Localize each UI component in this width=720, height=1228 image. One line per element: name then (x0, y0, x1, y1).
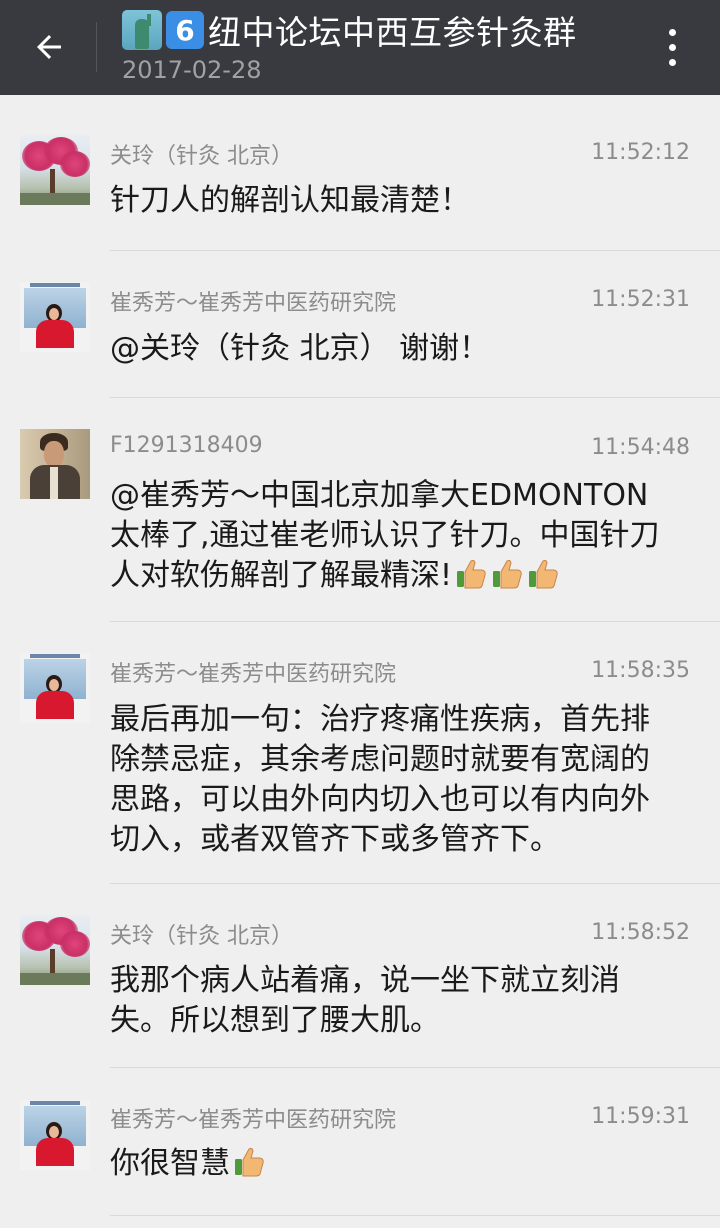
thumbs-up-icon (235, 1147, 264, 1177)
message-item[interactable]: 崔秀芳～崔秀芳中医药研究院 11:58:35 最后再加一句：治疗疼痛性疾病，首先… (0, 622, 720, 884)
message-item[interactable]: F1291318409 11:54:48 @崔秀芳～中国北京加拿大EDMONTO… (0, 398, 720, 622)
message-time: 11:54:48 (591, 435, 690, 460)
message-item[interactable]: 关玲（针灸 北京） 11:58:52 我那个病人站着痛，说一坐下就立刻消失。所以… (0, 884, 720, 1068)
message-text: 我那个病人站着痛，说一坐下就立刻消失。所以想到了腰大肌。 (110, 963, 620, 1038)
message-item[interactable]: 崔秀芳～崔秀芳中医药研究院 11:59:31 你很智慧 (0, 1068, 720, 1228)
back-arrow-icon (37, 35, 61, 59)
message-time: 11:52:12 (591, 140, 690, 165)
message-text-body: 你很智慧 (110, 1146, 230, 1181)
avatar[interactable] (20, 282, 90, 352)
message-text: 你很智慧 (110, 1144, 670, 1184)
message-text: @关玲（针灸 北京） 谢谢！ (110, 331, 490, 366)
message-item[interactable]: 崔秀芳～崔秀芳中医药研究院 11:52:31 @关玲（针灸 北京） 谢谢！ (0, 251, 720, 398)
more-options-button[interactable] (650, 22, 694, 72)
avatar[interactable] (20, 429, 90, 499)
avatar[interactable] (20, 653, 90, 723)
chat-date: 2017-02-28 (122, 56, 262, 84)
message-text: @崔秀芳～中国北京加拿大EDMONTON 太棒了,通过崔老师认识了针刀。中国针刀… (110, 476, 670, 596)
statue-of-liberty-icon (122, 10, 162, 50)
thumbs-up-icon (529, 559, 558, 589)
chat-title-row: 6 纽中论坛中西互参针灸群 (122, 8, 577, 52)
menu-dot-icon (668, 58, 676, 66)
menu-dot-icon (668, 28, 676, 36)
avatar[interactable] (20, 1100, 90, 1170)
message-time: 11:58:52 (591, 920, 690, 945)
message-text: 最后再加一句：治疗疼痛性疾病，首先排除禁忌症，其余考虑问题时就要有宽阔的思路，可… (110, 702, 650, 857)
message-text: 针刀人的解剖认知最清楚！ (110, 183, 470, 218)
keycap-six-icon: 6 (166, 11, 204, 49)
avatar[interactable] (20, 135, 90, 205)
avatar[interactable] (20, 915, 90, 985)
back-button[interactable] (22, 20, 76, 74)
sender-name: 崔秀芳～崔秀芳中医药研究院 (110, 1108, 397, 1133)
top-bar: 6 纽中论坛中西互参针灸群 2017-02-28 (0, 0, 720, 95)
message-item[interactable]: 关玲（针灸 北京） 11:52:12 针刀人的解剖认知最清楚！ (0, 95, 720, 251)
menu-dot-icon (668, 43, 676, 51)
sender-name: 关玲（针灸 北京） (110, 144, 293, 169)
header-divider (96, 22, 97, 72)
sender-name: 崔秀芳～崔秀芳中医药研究院 (110, 662, 397, 687)
message-time: 11:58:35 (591, 658, 690, 683)
message-time: 11:59:31 (591, 1104, 690, 1129)
thumbs-up-icon (457, 559, 486, 589)
message-divider (110, 1215, 720, 1216)
message-time: 11:52:31 (591, 287, 690, 312)
message-text-body: @崔秀芳～中国北京加拿大EDMONTON 太棒了,通过崔老师认识了针刀。中国针刀… (110, 478, 660, 593)
sender-name: 关玲（针灸 北京） (110, 924, 293, 949)
thumbs-up-icon (493, 559, 522, 589)
sender-name: F1291318409 (110, 433, 263, 458)
chat-title: 纽中论坛中西互参针灸群 (208, 13, 577, 52)
sender-name: 崔秀芳～崔秀芳中医药研究院 (110, 291, 397, 316)
